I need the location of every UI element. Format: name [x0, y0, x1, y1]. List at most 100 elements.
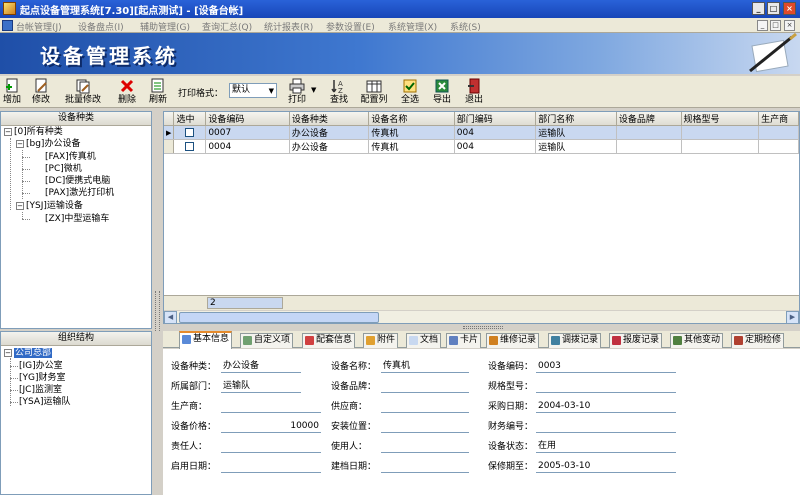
refresh-button[interactable]: 刷新	[147, 78, 169, 106]
tab-accessories[interactable]: 配套信息	[302, 333, 356, 348]
tab-periodic-maintenance[interactable]: 定期检修	[731, 333, 785, 348]
table-row[interactable]: 0004 办公设备 传真机 004 运输队	[164, 139, 799, 154]
tree-node-laptop[interactable]: [DC]便携式电脑	[45, 176, 110, 187]
add-button[interactable]: 增加	[1, 78, 23, 106]
edit-label: 修改	[31, 95, 50, 105]
scrollbar-thumb[interactable]	[179, 312, 379, 323]
tree-line	[22, 193, 30, 194]
menu-inventory[interactable]: 设备盘点(I)	[78, 20, 124, 33]
menu-bar: 台帐管理(J) 设备盘点(I) 辅助管理(G) 查询汇总(Q) 统计报表(R) …	[0, 18, 800, 33]
tree-node-office[interactable]: [IG]办公室	[19, 361, 63, 372]
tree-line	[22, 169, 30, 170]
delete-button[interactable]: 删除	[116, 78, 138, 106]
tree-node-transport-equipment[interactable]: − [YSJ]运输设备	[16, 201, 83, 212]
column-header-dept-code[interactable]: 部门编码	[454, 112, 537, 126]
menu-ledger[interactable]: 台帐管理(J)	[16, 20, 62, 33]
vertical-splitter[interactable]	[152, 111, 163, 495]
menu-query[interactable]: 查询汇总(Q)	[202, 20, 252, 33]
tree-node-pc[interactable]: [PC]微机	[45, 164, 82, 175]
tab-custom-fields[interactable]: 自定义项	[240, 333, 294, 348]
minimize-button[interactable]: _	[752, 2, 765, 15]
grid-footer: 2	[164, 295, 799, 310]
maker-field	[221, 400, 321, 413]
tab-attachments[interactable]: 附件	[363, 333, 399, 348]
mdi-close-button[interactable]: ×	[784, 20, 795, 31]
find-button[interactable]: AZ 查找	[328, 78, 350, 106]
horizontal-scrollbar[interactable]: ◀ ▶	[164, 310, 799, 323]
mdi-child-icon[interactable]	[2, 20, 13, 31]
select-all-button[interactable]: 全选	[399, 78, 421, 106]
tab-scrap-records[interactable]: 报废记录	[609, 333, 663, 348]
refresh-icon	[151, 78, 164, 93]
export-button[interactable]: 导出	[431, 78, 453, 106]
exit-button[interactable]: 退出	[463, 78, 485, 106]
tab-basic-info[interactable]: 基本信息	[179, 331, 233, 349]
column-header-model[interactable]: 规格型号	[681, 112, 760, 126]
row-checkbox-cell[interactable]	[173, 139, 207, 154]
batch-edit-icon	[76, 79, 90, 94]
close-button[interactable]: ×	[783, 2, 796, 15]
transfer-icon	[551, 336, 560, 345]
scroll-right-icon[interactable]: ▶	[786, 311, 799, 323]
tab-transfer-records[interactable]: 调拨记录	[548, 333, 602, 348]
scroll-left-icon[interactable]: ◀	[164, 311, 177, 323]
column-header-category[interactable]: 设备种类	[289, 112, 370, 126]
print-button[interactable]: 打印	[285, 78, 309, 106]
collapse-icon[interactable]: −	[16, 139, 24, 148]
restore-button[interactable]: □	[767, 2, 780, 15]
menu-parameters[interactable]: 参数设置(E)	[326, 20, 375, 33]
dept-label: 所属部门：	[171, 382, 217, 392]
collapse-icon[interactable]: −	[4, 127, 12, 136]
pen-decoration-icon	[749, 33, 797, 73]
tab-card[interactable]: 卡片	[446, 333, 482, 348]
row-checkbox-cell[interactable]	[173, 125, 207, 140]
column-header-brand[interactable]: 设备品牌	[616, 112, 682, 126]
configure-columns-button[interactable]: 配置列	[359, 78, 389, 106]
menu-auxiliary[interactable]: 辅助管理(G)	[140, 20, 190, 33]
mdi-restore-button[interactable]: □	[770, 20, 781, 31]
mdi-minimize-button[interactable]: _	[757, 20, 768, 31]
delete-label: 删除	[117, 95, 136, 105]
purchase-date-label: 采购日期：	[488, 402, 534, 412]
collapse-icon[interactable]: −	[4, 348, 12, 357]
tree-node-headquarters[interactable]: − 公司总部	[4, 348, 53, 359]
column-header-maker[interactable]: 生产商	[758, 112, 799, 126]
tree-node-finance[interactable]: [YG]财务室	[19, 373, 66, 384]
row-checkbox[interactable]	[185, 141, 195, 151]
repair-icon	[489, 336, 498, 345]
equipment-grid: 选中 设备编码 设备种类 设备名称 部门编码 部门名称 设备品牌 规格型号 生产…	[163, 111, 800, 324]
collapse-icon[interactable]: −	[16, 201, 24, 210]
tab-documents[interactable]: 文档	[406, 333, 442, 348]
tree-node-medium-truck[interactable]: [ZX]中型运输车	[45, 214, 109, 225]
column-header-name[interactable]: 设备名称	[368, 112, 455, 126]
column-header-code[interactable]: 设备编码	[205, 112, 290, 126]
print-format-label: 打印格式：	[178, 89, 224, 99]
edit-button[interactable]: 修改	[30, 78, 52, 106]
menu-system-admin[interactable]: 系统管理(X)	[388, 20, 437, 33]
table-row[interactable]: ▶ 0007 办公设备 传真机 004 运输队	[164, 125, 799, 140]
row-checkbox[interactable]	[185, 127, 195, 137]
menu-system[interactable]: 系统(S)	[450, 20, 481, 33]
column-header-selected[interactable]: 选中	[173, 112, 207, 126]
tree-node-all-categories[interactable]: − [0]所有种类	[4, 127, 63, 138]
toolbar: 增加 修改 批量修改 删除 刷新 打印格式： 默认 ▼ 打印 ▼ AZ 查找 配…	[0, 76, 800, 108]
menu-reports[interactable]: 统计报表(R)	[264, 20, 313, 33]
tree-node-office-equipment[interactable]: − [bg]办公设备	[16, 139, 80, 150]
tree-line	[22, 181, 30, 182]
tree-line	[10, 366, 18, 367]
cell-brand	[616, 125, 682, 140]
category-label: 设备种类：	[171, 362, 217, 372]
tab-repair-records[interactable]: 维修记录	[486, 333, 540, 348]
tree-node-fax[interactable]: [FAX]传真机	[45, 152, 96, 163]
column-header-dept-name[interactable]: 部门名称	[535, 112, 617, 126]
tree-node-laser-printer[interactable]: [PAX]激光打印机	[45, 188, 114, 199]
tab-other-changes[interactable]: 其他变动	[670, 333, 724, 348]
print-format-select[interactable]: 默认 ▼	[229, 83, 277, 98]
tree-node-monitoring[interactable]: [JC]监测室	[19, 385, 62, 396]
tree-node-transport-team[interactable]: [YSA]运输队	[19, 397, 71, 408]
owner-label: 责任人：	[171, 442, 208, 452]
horizontal-splitter[interactable]	[163, 325, 800, 330]
batch-edit-button[interactable]: 批量修改	[63, 78, 103, 106]
title-bar: 起点设备管理系统[7.30][起点测试] - [设备台帐] _ □ ×	[0, 0, 800, 18]
print-dropdown-icon[interactable]: ▼	[311, 86, 316, 94]
